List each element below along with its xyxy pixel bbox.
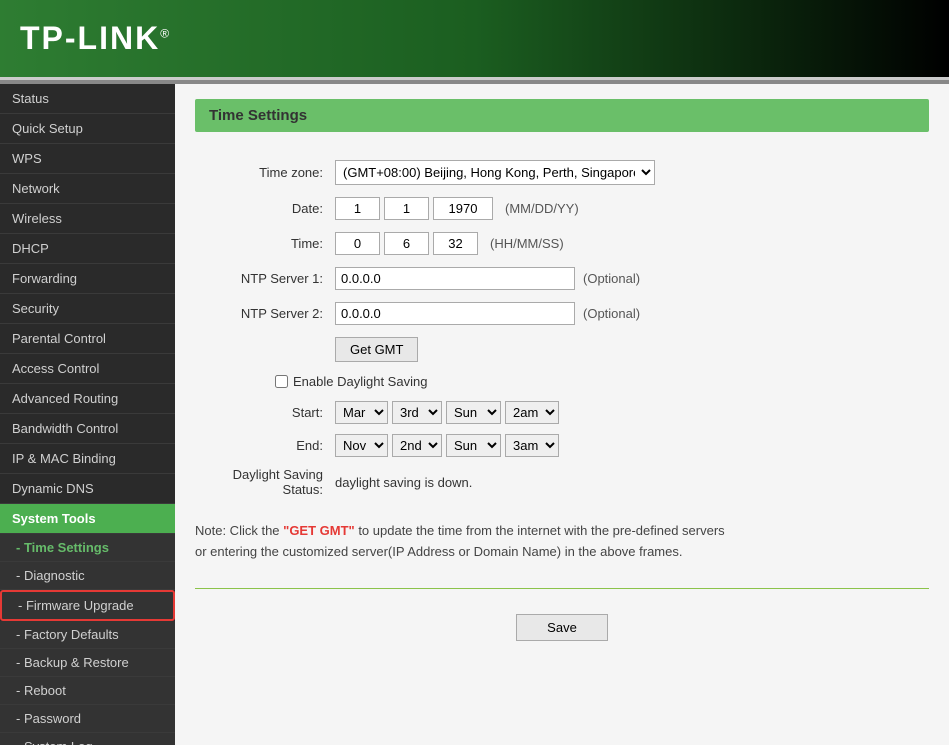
dst-end-label: End: <box>195 438 335 453</box>
sidebar-item-status[interactable]: Status <box>0 84 175 114</box>
page-title: Time Settings <box>195 99 929 132</box>
sidebar-item-network[interactable]: Network <box>0 174 175 204</box>
date-label: Date: <box>195 201 335 216</box>
content-area: Time Settings Time zone: (GMT+08:00) Bei… <box>175 84 949 745</box>
time-inputs: (HH/MM/SS) <box>335 232 564 255</box>
sidebar-subitem-system-log[interactable]: - System Log <box>0 733 175 745</box>
dst-status-label: Daylight Saving Status: <box>195 467 335 497</box>
dst-start-week[interactable]: 3rd1st2nd4th <box>392 401 442 424</box>
time-hint: (HH/MM/SS) <box>490 236 564 251</box>
dst-status-row: Daylight Saving Status: daylight saving … <box>195 467 929 497</box>
dst-start-day[interactable]: SunMonTueWed ThuFriSat <box>446 401 501 424</box>
dst-end-day[interactable]: SunMonTueWed ThuFriSat <box>446 434 501 457</box>
date-inputs: (MM/DD/YY) <box>335 197 579 220</box>
dst-start-row: Start: MarJanFebApr MayJunJulAug SepOctN… <box>195 401 929 424</box>
sidebar-item-dhcp[interactable]: DHCP <box>0 234 175 264</box>
get-gmt-row: Get GMT <box>195 337 929 362</box>
sidebar-item-forwarding[interactable]: Forwarding <box>0 264 175 294</box>
sidebar-item-bandwidth-control[interactable]: Bandwidth Control <box>0 414 175 444</box>
dst-status-value: daylight saving is down. <box>335 475 472 490</box>
sidebar-subitem-firmware-upgrade[interactable]: - Firmware Upgrade <box>0 590 175 621</box>
dst-end-week[interactable]: 2nd1st3rd4th <box>392 434 442 457</box>
form-section: Time zone: (GMT+08:00) Beijing, Hong Kon… <box>195 150 929 661</box>
date-year-input[interactable] <box>433 197 493 220</box>
date-month-input[interactable] <box>335 197 380 220</box>
sidebar-item-ip-mac-binding[interactable]: IP & MAC Binding <box>0 444 175 474</box>
date-day-input[interactable] <box>384 197 429 220</box>
dst-end-time[interactable]: 3am1am2am4am <box>505 434 559 457</box>
note-line1: Note: Click the "GET GMT" to update the … <box>195 521 929 542</box>
sidebar-item-access-control[interactable]: Access Control <box>0 354 175 384</box>
save-button[interactable]: Save <box>516 614 608 641</box>
note-line2: or entering the customized server(IP Add… <box>195 542 929 563</box>
sidebar-subitem-factory-defaults[interactable]: - Factory Defaults <box>0 621 175 649</box>
get-gmt-button[interactable]: Get GMT <box>335 337 418 362</box>
header: TP-LINK® <box>0 0 949 80</box>
ntp2-hint: (Optional) <box>583 306 640 321</box>
main-layout: Status Quick Setup WPS Network Wireless … <box>0 84 949 745</box>
time-label: Time: <box>195 236 335 251</box>
time-row: Time: (HH/MM/SS) <box>195 232 929 255</box>
dst-start-month[interactable]: MarJanFebApr MayJunJulAug SepOctNovDec <box>335 401 388 424</box>
timezone-label: Time zone: <box>195 165 335 180</box>
sidebar-subitem-backup-restore[interactable]: - Backup & Restore <box>0 649 175 677</box>
dst-start-time[interactable]: 2am1am3am4am <box>505 401 559 424</box>
sidebar-subitem-password[interactable]: - Password <box>0 705 175 733</box>
timezone-select[interactable]: (GMT+08:00) Beijing, Hong Kong, Perth, S… <box>335 160 655 185</box>
dst-end-row: End: NovJanFebMar AprMayJunJul AugSepOct… <box>195 434 929 457</box>
ntp1-row: NTP Server 1: (Optional) <box>195 267 929 290</box>
ntp2-input[interactable] <box>335 302 575 325</box>
ntp2-row: NTP Server 2: (Optional) <box>195 302 929 325</box>
daylight-saving-checkbox[interactable] <box>275 375 288 388</box>
sidebar-subitem-diagnostic[interactable]: - Diagnostic <box>0 562 175 590</box>
sidebar-subitem-time-settings[interactable]: - Time Settings <box>0 534 175 562</box>
sidebar-item-dynamic-dns[interactable]: Dynamic DNS <box>0 474 175 504</box>
divider <box>195 588 929 589</box>
ntp1-input[interactable] <box>335 267 575 290</box>
time-second-input[interactable] <box>433 232 478 255</box>
sidebar-item-security[interactable]: Security <box>0 294 175 324</box>
sidebar-item-system-tools[interactable]: System Tools <box>0 504 175 534</box>
sidebar-item-advanced-routing[interactable]: Advanced Routing <box>0 384 175 414</box>
date-row: Date: (MM/DD/YY) <box>195 197 929 220</box>
note-highlight: "GET GMT" <box>283 523 355 538</box>
sidebar: Status Quick Setup WPS Network Wireless … <box>0 84 175 745</box>
sidebar-item-wps[interactable]: WPS <box>0 144 175 174</box>
logo: TP-LINK® <box>20 20 171 57</box>
ntp1-label: NTP Server 1: <box>195 271 335 286</box>
dst-end-month[interactable]: NovJanFebMar AprMayJunJul AugSepOctDec <box>335 434 388 457</box>
ntp1-hint: (Optional) <box>583 271 640 286</box>
note-section: Note: Click the "GET GMT" to update the … <box>195 511 929 573</box>
daylight-saving-row: Enable Daylight Saving <box>275 374 929 389</box>
sidebar-item-wireless[interactable]: Wireless <box>0 204 175 234</box>
ntp2-label: NTP Server 2: <box>195 306 335 321</box>
sidebar-item-quick-setup[interactable]: Quick Setup <box>0 114 175 144</box>
dst-start-label: Start: <box>195 405 335 420</box>
sidebar-item-parental-control[interactable]: Parental Control <box>0 324 175 354</box>
time-minute-input[interactable] <box>384 232 429 255</box>
timezone-row: Time zone: (GMT+08:00) Beijing, Hong Kon… <box>195 160 929 185</box>
date-hint: (MM/DD/YY) <box>505 201 579 216</box>
sidebar-subitem-reboot[interactable]: - Reboot <box>0 677 175 705</box>
daylight-saving-label[interactable]: Enable Daylight Saving <box>275 374 427 389</box>
time-hour-input[interactable] <box>335 232 380 255</box>
save-row: Save <box>195 604 929 651</box>
